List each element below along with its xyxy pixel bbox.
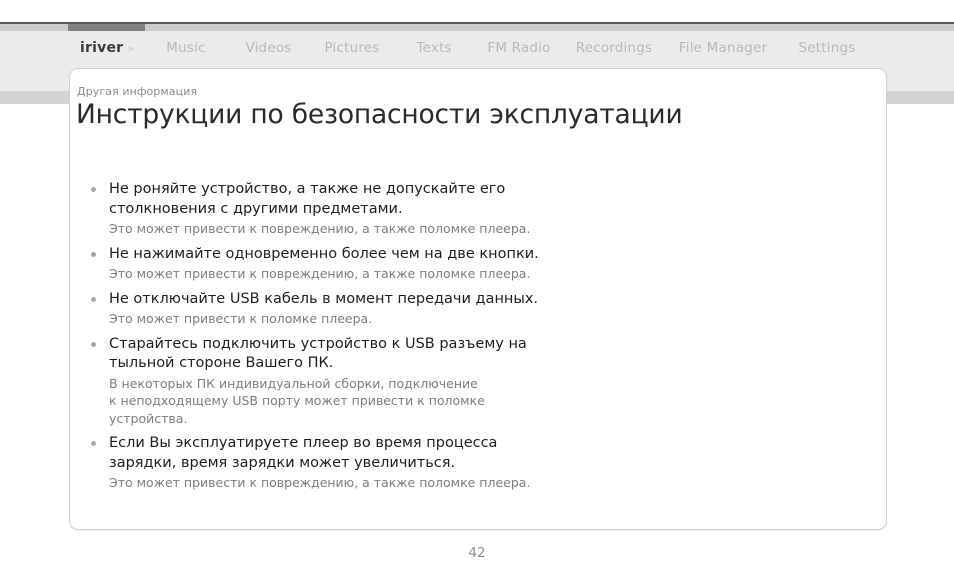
nav-item-fm-radio[interactable]: FM Radio (474, 40, 564, 56)
list-item-heading: Если Вы эксплуатируете плеер во время пр… (109, 435, 498, 471)
nav-item-file-manager[interactable]: File Manager (664, 40, 782, 56)
main-navigation: iriver » Music Videos Pictures Texts FM … (0, 31, 954, 65)
nav-item-label: Videos (245, 40, 292, 56)
list-item-note: Это может привести к повреждению, а такж… (109, 221, 531, 236)
nav-item-label: File Manager (678, 40, 768, 56)
list-item: Не нажимайте одновременно более чем на д… (90, 245, 690, 283)
nav-item-label: Recordings (575, 40, 653, 56)
nav-item-label: Settings (798, 40, 856, 56)
list-item-note: Это может привести к повреждению, а такж… (109, 475, 531, 490)
nav-item-settings[interactable]: Settings (782, 40, 872, 56)
list-item-note: Это может привести к повреждению, а такж… (109, 266, 531, 281)
list-item-heading: Старайтесь подключить устройство к USB р… (109, 335, 527, 372)
list-item-heading: Не нажимайте одновременно более чем на д… (109, 245, 539, 262)
list-item-note: Это может привести к поломке плеера. (109, 311, 373, 326)
nav-item-label: Music (166, 40, 206, 56)
list-item-heading: Не отключайте USB кабель в момент переда… (109, 290, 539, 307)
nav-item-iriver-brand[interactable]: iriver » (68, 40, 145, 56)
list-item-heading: Не роняйте устройство, а также не допуск… (109, 181, 506, 217)
bullet-dot-icon (91, 187, 96, 192)
nav-item-texts[interactable]: Texts (394, 40, 474, 56)
nav-item-music[interactable]: Music (145, 40, 227, 56)
page-title: Инструкции по безопасности эксплуатации (76, 99, 683, 130)
bullet-dot-icon (91, 296, 96, 302)
nav-item-label: FM Radio (487, 40, 551, 56)
active-tab-indicator (68, 24, 145, 31)
safety-instructions-list: Не роняйте устройство, а также не допуск… (90, 180, 690, 499)
list-item: Не роняйте устройство, а также не допуск… (90, 180, 690, 238)
list-item-note: В некоторых ПК индивидуальной сборки, по… (109, 375, 485, 426)
list-item: Старайтесь подключить устройство к USB р… (90, 335, 690, 428)
brand-label: iriver (80, 40, 124, 56)
nav-item-recordings[interactable]: Recordings (564, 40, 664, 56)
page-number: 42 (468, 545, 486, 561)
nav-item-videos[interactable]: Videos (227, 40, 310, 56)
window-top-background (0, 0, 954, 22)
list-item: Не отключайте USB кабель в момент переда… (90, 290, 690, 328)
bullet-dot-icon (91, 441, 96, 446)
chevron-double-right-icon: » (127, 42, 134, 55)
nav-shelf-background-right (886, 91, 954, 104)
nav-item-pictures[interactable]: Pictures (310, 40, 394, 56)
bullet-dot-icon (91, 251, 96, 257)
nav-item-label: Texts (416, 40, 452, 56)
nav-item-label: Pictures (324, 40, 380, 56)
bullet-dot-icon (91, 341, 96, 347)
breadcrumb-eyebrow: Другая информация (77, 85, 198, 98)
list-item: Если Вы эксплуатируете плеер во время пр… (90, 434, 690, 492)
